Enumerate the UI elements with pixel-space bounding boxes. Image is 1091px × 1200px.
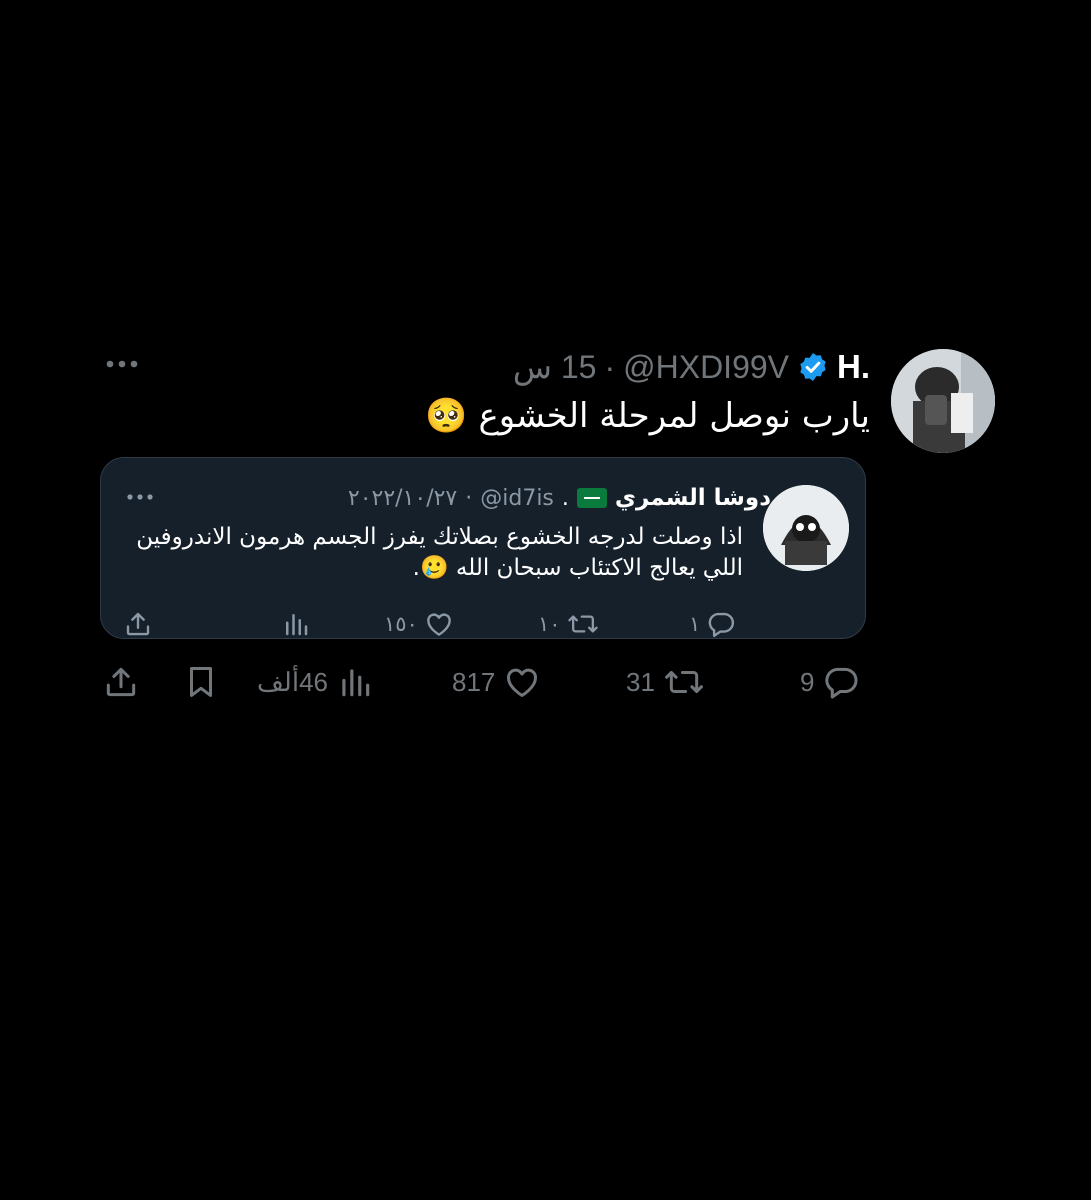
tweet-text: يارب نوصل لمرحلة الخشوع 🥺: [425, 396, 870, 436]
share-icon: [123, 609, 153, 639]
quoted-like-button[interactable]: ١٥٠: [384, 608, 454, 640]
quoted-views-button[interactable]: [281, 608, 311, 640]
retweet-button[interactable]: 31: [626, 662, 705, 702]
quoted-reply-count: ١: [689, 612, 701, 636]
quoted-author-display-name[interactable]: دوشا الشمري: [615, 485, 771, 511]
quoted-tweet-date[interactable]: ٢٠٢٢/١٠/٢٧: [348, 486, 457, 511]
retweet-icon: [567, 609, 599, 639]
reply-icon: [822, 663, 860, 701]
reply-count: 9: [800, 666, 815, 697]
like-icon: [503, 663, 541, 701]
views-icon: [281, 609, 311, 639]
share-icon: [102, 663, 140, 701]
retweet-count: 31: [626, 666, 655, 697]
quoted-reply-button[interactable]: ١: [689, 608, 736, 640]
reply-button[interactable]: 9: [800, 662, 860, 702]
author-handle[interactable]: @HXDI99V: [623, 349, 789, 386]
like-count: 817: [452, 666, 496, 697]
quoted-meta-separator: ·: [465, 485, 473, 511]
views-button[interactable]: 46ألف: [257, 662, 374, 702]
quoted-retweet-count: ١٠: [538, 612, 561, 636]
more-icon[interactable]: [104, 352, 140, 376]
meta-separator: ·: [604, 348, 616, 385]
quoted-tweet-header: دوشا الشمري . @id7is · ٢٠٢٢/١٠/٢٧: [211, 478, 771, 518]
quoted-author-suffix: .: [561, 485, 569, 511]
reply-icon: [706, 609, 736, 639]
retweet-icon: [663, 663, 705, 701]
author-avatar[interactable]: [891, 349, 995, 453]
quoted-retweet-button[interactable]: ١٠: [538, 608, 599, 640]
like-button[interactable]: 817: [452, 662, 541, 702]
bookmark-icon: [182, 663, 220, 701]
quoted-tweet-text: اذا وصلت لدرجه الخشوع بصلاتك يفرز الجسم …: [136, 524, 743, 581]
views-count: 46ألف: [257, 666, 328, 697]
quoted-more-icon[interactable]: [125, 488, 155, 506]
quoted-share-button[interactable]: [123, 608, 153, 640]
tweet-time[interactable]: 15 س: [513, 348, 597, 386]
bookmark-button[interactable]: [182, 662, 220, 702]
verified-icon: [797, 351, 829, 383]
share-button[interactable]: [102, 662, 140, 702]
like-icon: [424, 609, 454, 639]
views-icon: [336, 663, 374, 701]
flag-icon: [576, 488, 607, 508]
quoted-author-avatar[interactable]: [763, 485, 849, 571]
tweet-header: H. @HXDI99V · 15 س: [300, 342, 870, 392]
quoted-tweet-card[interactable]: دوشا الشمري . @id7is · ٢٠٢٢/١٠/٢٧ اذا وص…: [100, 457, 866, 639]
quoted-like-count: ١٥٠: [384, 612, 418, 636]
author-display-name[interactable]: H.: [837, 348, 870, 386]
quoted-author-handle[interactable]: @id7is: [480, 486, 554, 511]
